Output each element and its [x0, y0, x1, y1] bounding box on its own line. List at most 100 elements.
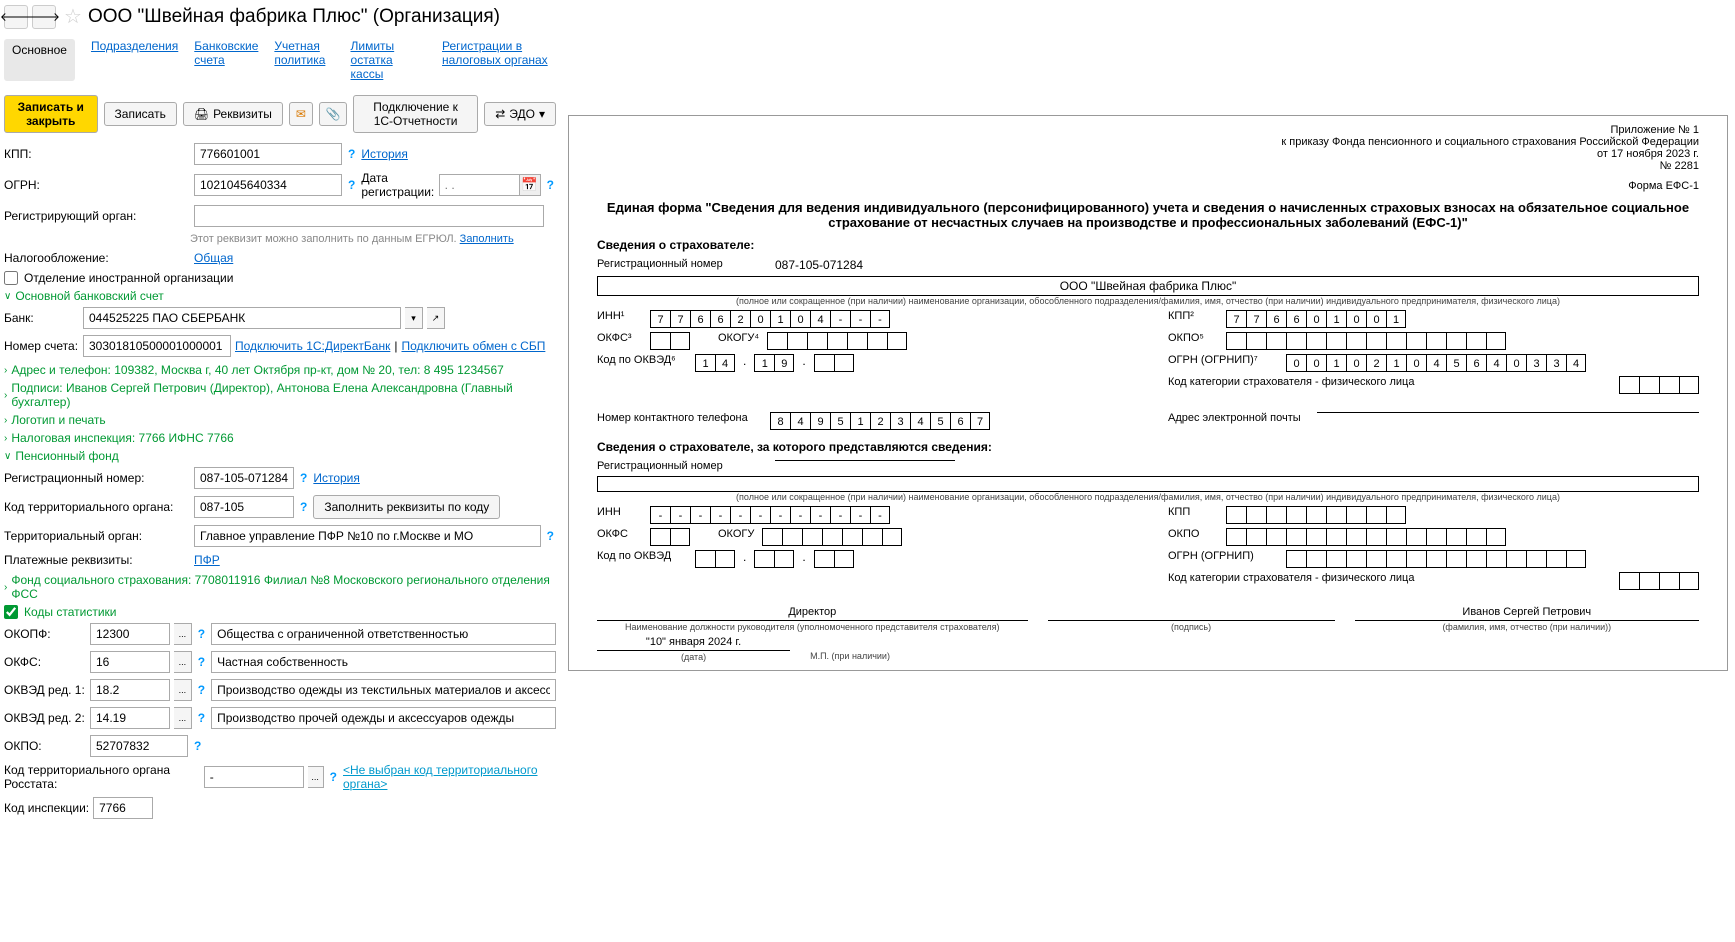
connect-sbp-link[interactable]: Подключить обмен с СБП: [401, 339, 545, 353]
fill-by-code-button[interactable]: Заполнить реквизиты по коду: [313, 495, 500, 519]
doc-title: Единая форма "Сведения для ведения индив…: [597, 200, 1699, 230]
help-icon[interactable]: ?: [194, 739, 201, 753]
signatures-section[interactable]: ›Подписи: Иванов Сергей Петрович (Директ…: [4, 381, 556, 409]
tab-tax-registrations[interactable]: Регистрации в налоговых органах: [442, 39, 556, 81]
foreign-branch-label: Отделение иностранной организации: [24, 271, 233, 285]
doc-org-name-2: [597, 476, 1699, 492]
calendar-button[interactable]: 📅: [519, 174, 541, 196]
okpo-input[interactable]: [90, 735, 188, 757]
doc-appendix: Приложение № 1: [597, 124, 1699, 136]
help-icon[interactable]: ?: [547, 178, 554, 192]
payment-link[interactable]: ПФР: [194, 553, 220, 567]
forward-button[interactable]: 🡒: [32, 5, 56, 29]
bank-input[interactable]: [83, 307, 401, 329]
mail-button[interactable]: ✉: [289, 102, 313, 126]
doc-org-name: ООО "Швейная фабрика Плюс": [597, 276, 1699, 296]
insurer2-section: Сведения о страхователе, за которого пре…: [597, 440, 1699, 454]
back-button[interactable]: 🡐: [4, 5, 28, 29]
okved1-select[interactable]: ...: [174, 679, 192, 701]
rosstat-hint[interactable]: <Не выбран код территориального органа>: [343, 763, 556, 791]
help-icon[interactable]: ?: [198, 711, 205, 725]
account-input[interactable]: [83, 335, 231, 357]
attach-button[interactable]: 📎: [319, 102, 347, 126]
bank-account-section[interactable]: ∨Основной банковский счет: [4, 289, 556, 303]
bank-open[interactable]: ↗: [427, 307, 445, 329]
doc-name-hint: (полное или сокращенное (при наличии) на…: [597, 296, 1699, 306]
ogrn-input[interactable]: [194, 174, 342, 196]
account-label: Номер счета:: [4, 339, 79, 353]
okopf-input[interactable]: [90, 623, 170, 645]
okved2-desc[interactable]: [211, 707, 556, 729]
kpp-input[interactable]: [194, 143, 342, 165]
okpo-label: ОКПО:: [4, 739, 86, 753]
signer-name: Иванов Сергей Петрович: [1355, 606, 1699, 621]
okved2-label: ОКВЭД ред. 2:: [4, 711, 86, 725]
save-and-close-button[interactable]: Записать и закрыть: [4, 95, 98, 133]
foreign-branch-checkbox[interactable]: [4, 271, 18, 285]
history-link[interactable]: История: [361, 147, 408, 161]
tab-subdivisions[interactable]: Подразделения: [91, 39, 178, 81]
address-section[interactable]: ›Адрес и телефон: 109382, Москва г, 40 л…: [4, 363, 556, 377]
fill-link[interactable]: Заполнить: [460, 233, 514, 245]
insp-code-label: Код инспекции:: [4, 801, 89, 815]
help-icon[interactable]: ?: [300, 471, 307, 485]
rosstat-select[interactable]: ...: [308, 766, 324, 788]
help-icon[interactable]: ?: [330, 770, 337, 784]
pension-fund-section[interactable]: ∨Пенсионный фонд: [4, 449, 556, 463]
star-icon[interactable]: ☆: [64, 4, 82, 29]
terr-org-input[interactable]: [194, 525, 541, 547]
kpp-boxes: 776601001: [1226, 310, 1406, 328]
logo-section[interactable]: ›Логотип и печать: [4, 413, 556, 427]
okopf-desc[interactable]: [211, 623, 556, 645]
tab-bank-accounts[interactable]: Банковские счета: [194, 39, 258, 81]
tax-inspection-section[interactable]: ›Налоговая инспекция: 7766 ИФНС 7766: [4, 431, 556, 445]
stats-label: Коды статистики: [24, 605, 116, 619]
connect-1c-reporting-button[interactable]: Подключение к 1С-Отчетности: [353, 95, 478, 133]
okved1-input[interactable]: [90, 679, 170, 701]
bank-label: Банк:: [4, 311, 79, 325]
history-link[interactable]: История: [313, 471, 360, 485]
help-icon[interactable]: ?: [547, 529, 554, 543]
okfs-input[interactable]: [90, 651, 170, 673]
tab-cash-limits[interactable]: Лимиты остатка кассы: [351, 39, 427, 81]
reg-org-label: Регистрирующий орган:: [4, 209, 190, 223]
doc-num: № 2281: [597, 160, 1699, 172]
help-icon[interactable]: ?: [300, 500, 307, 514]
tab-main[interactable]: Основное: [4, 39, 75, 81]
okfs-select[interactable]: ...: [174, 651, 192, 673]
reg-date-input[interactable]: [439, 174, 519, 196]
reg-num-input[interactable]: [194, 467, 294, 489]
connect-direct-link[interactable]: Подключить 1С:ДиректБанк: [235, 339, 390, 353]
reg-org-input[interactable]: [194, 205, 544, 227]
help-icon[interactable]: ?: [348, 147, 355, 161]
okved1-desc[interactable]: [211, 679, 556, 701]
insp-code-input[interactable]: [93, 797, 153, 819]
fss-section[interactable]: ›Фонд социального страхования: 770801191…: [4, 573, 556, 601]
help-icon[interactable]: ?: [198, 655, 205, 669]
edo-button[interactable]: ⇄ ЭДО ▾: [484, 102, 556, 126]
okfs-desc[interactable]: [211, 651, 556, 673]
page-title: ООО "Швейная фабрика Плюс" (Организация): [88, 6, 500, 28]
help-icon[interactable]: ?: [198, 627, 205, 641]
director-title: Директор: [597, 606, 1028, 621]
tax-link[interactable]: Общая: [194, 251, 233, 265]
stats-checkbox[interactable]: [4, 605, 18, 619]
bank-dropdown[interactable]: ▾: [405, 307, 423, 329]
help-icon[interactable]: ?: [198, 683, 205, 697]
doc-decree-date: от 17 ноября 2023 г.: [597, 148, 1699, 160]
tab-accounting-policy[interactable]: Учетная политика: [274, 39, 334, 81]
inn2-boxes: ------------: [650, 506, 890, 524]
terr-code-input[interactable]: [194, 496, 294, 518]
save-button[interactable]: Записать: [104, 102, 177, 126]
okved1-label: ОКВЭД ред. 1:: [4, 683, 86, 697]
rosstat-input[interactable]: [204, 766, 304, 788]
ogrn-label: ОГРН:: [4, 178, 190, 192]
okved2-input[interactable]: [90, 707, 170, 729]
okved2-select[interactable]: ...: [174, 707, 192, 729]
okopf-select[interactable]: ...: [174, 623, 192, 645]
phone-boxes: 84951234567: [770, 412, 990, 430]
okved-boxes-2: 19: [754, 354, 794, 372]
okopf-label: ОКОПФ:: [4, 627, 86, 641]
requisites-button[interactable]: 🖨 Реквизиты: [183, 102, 283, 126]
help-icon[interactable]: ?: [348, 178, 355, 192]
